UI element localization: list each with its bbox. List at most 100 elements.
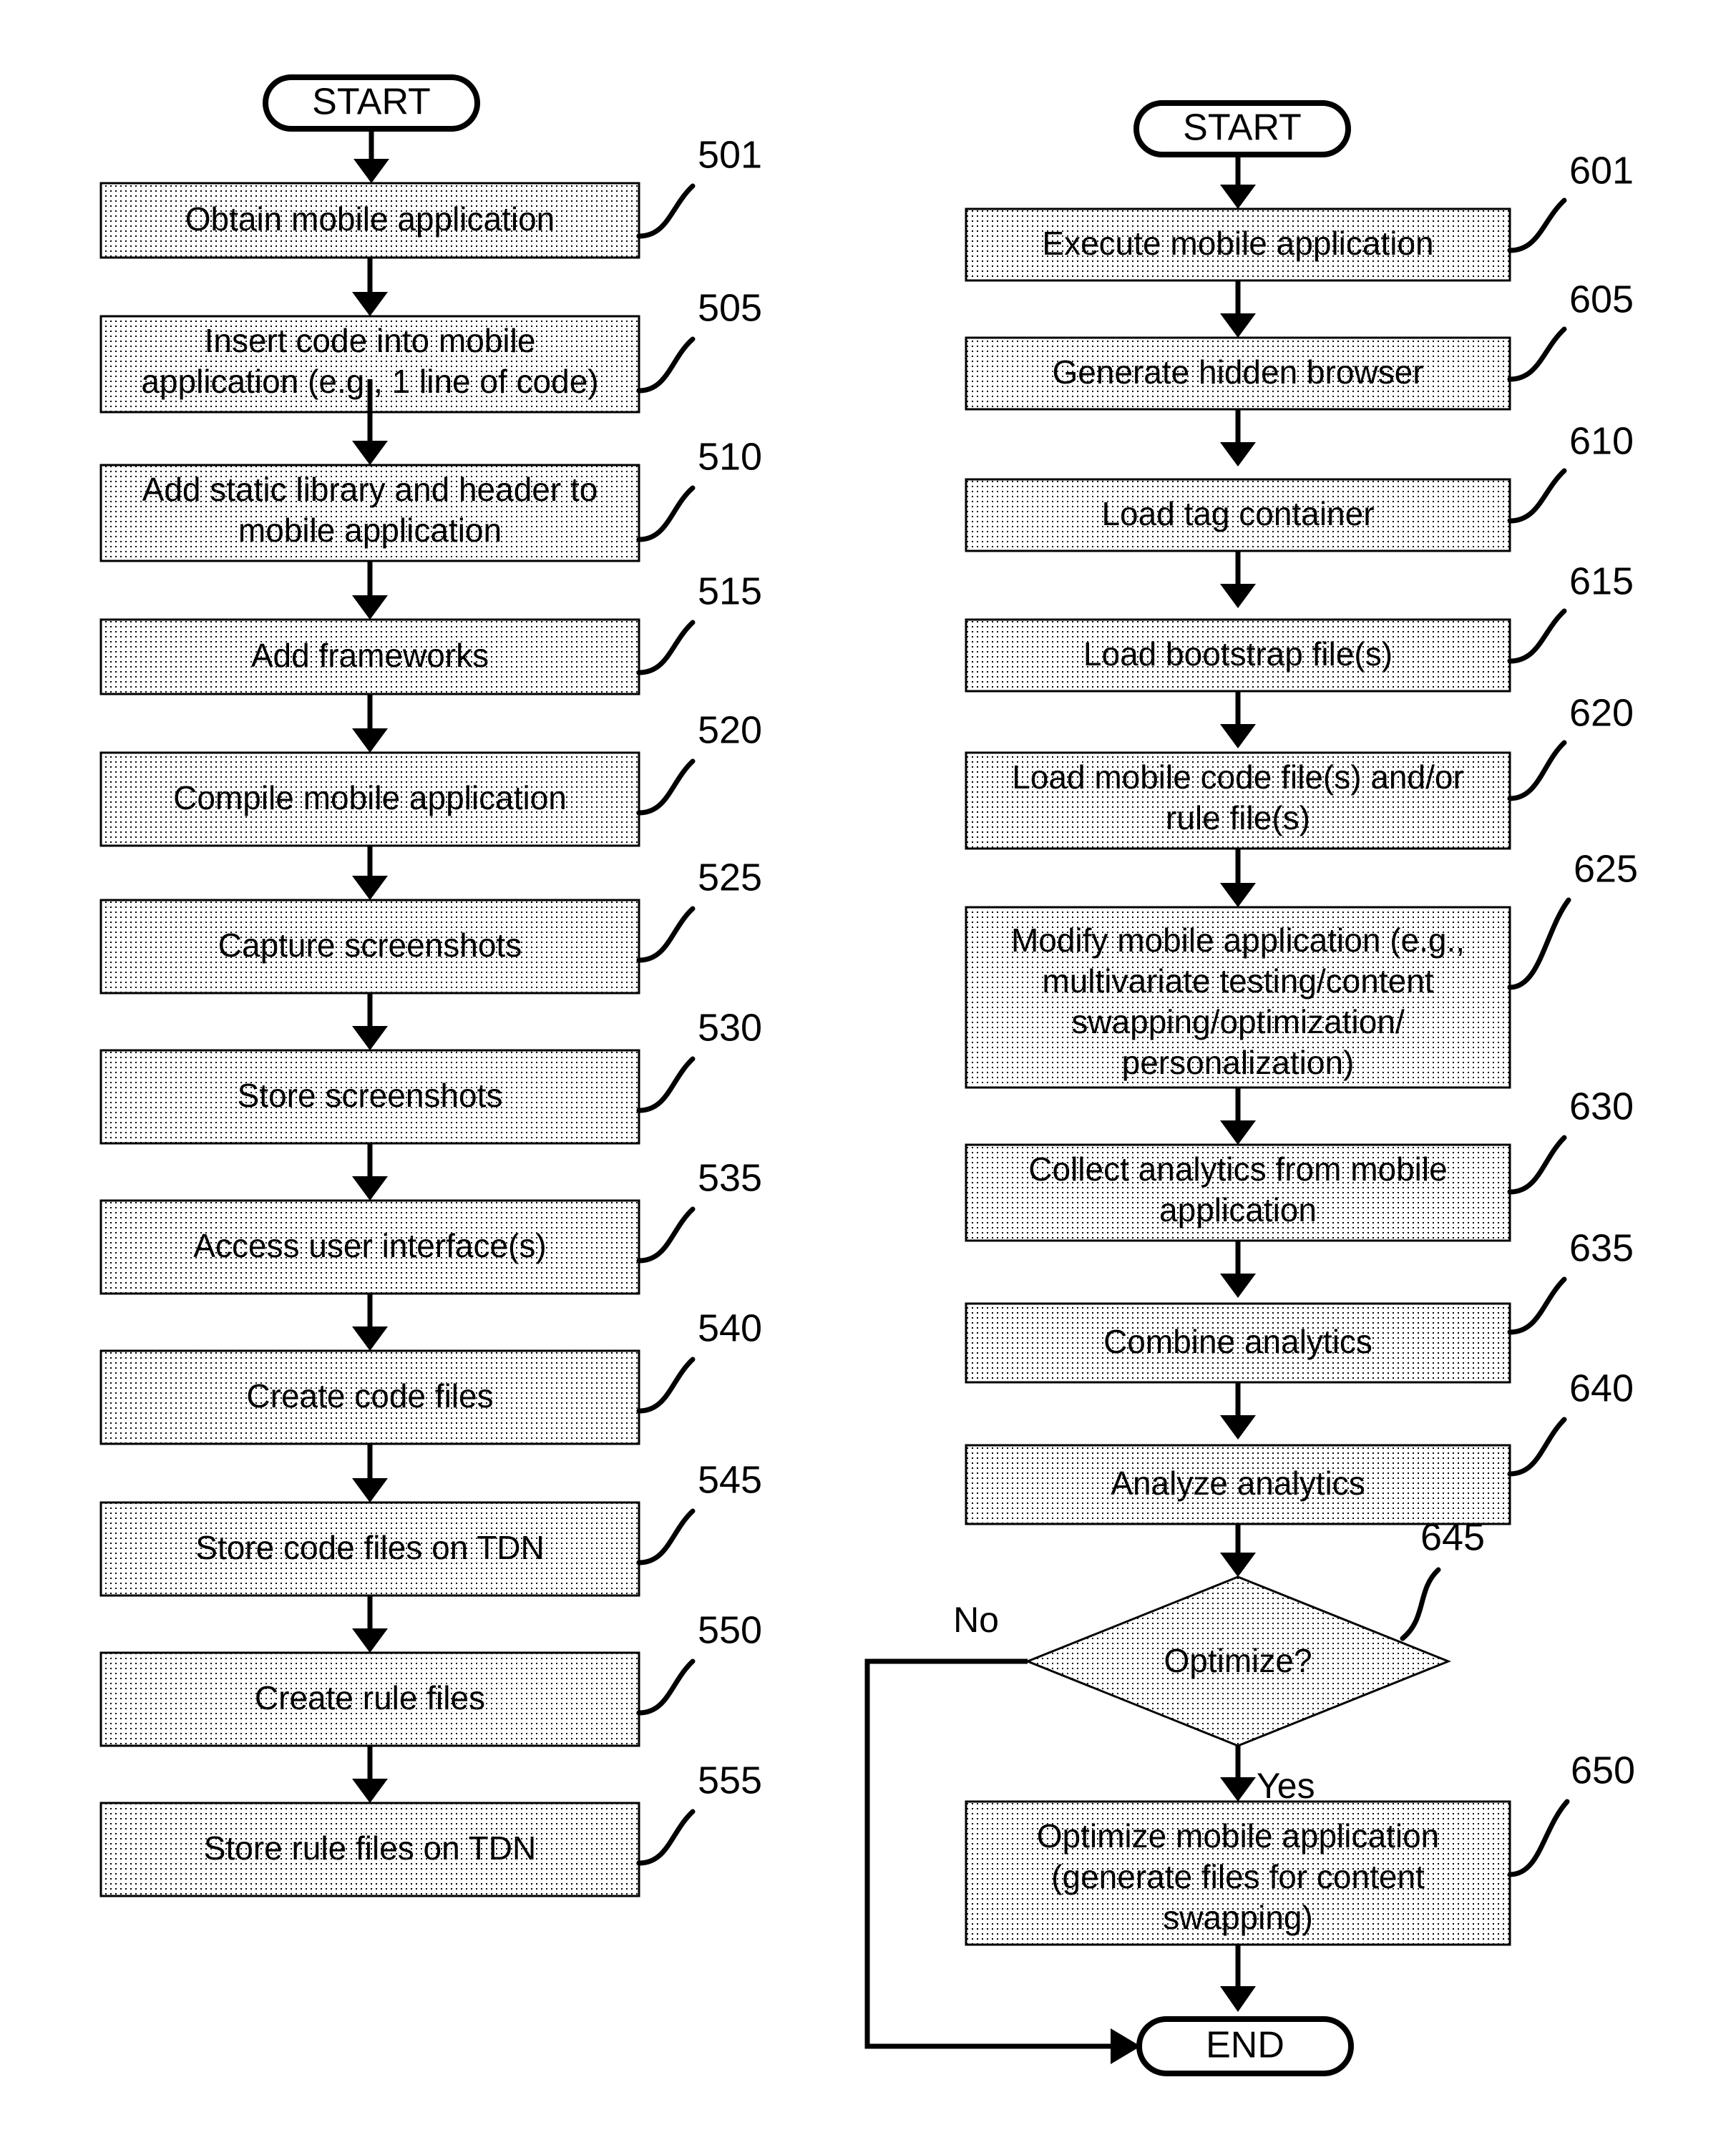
right-connector-650-end xyxy=(1220,1945,1256,2012)
left-step-555-line-1: Store rule files on TDN xyxy=(204,1829,536,1867)
right-ref-625: 625 xyxy=(1574,847,1638,890)
right-step-625: Modify mobile application (e.g., multiva… xyxy=(965,906,1511,1089)
right-step-601-line-1: Execute mobile application xyxy=(1042,225,1433,262)
left-step-540-line-1: Create code files xyxy=(246,1377,493,1414)
right-step-620-line-1: Load mobile code file(s) and/or xyxy=(1012,758,1464,796)
left-connector-525-530 xyxy=(352,993,388,1050)
right-branch-yes-path xyxy=(1220,1746,1256,1802)
left-ref-535: 535 xyxy=(698,1156,762,1199)
left-step-505-line-1: Insert code into mobile xyxy=(205,322,536,359)
left-step-510-line-1: Add static library and header to xyxy=(142,471,598,508)
left-connector-start xyxy=(353,129,389,183)
right-end-label: END xyxy=(1206,2025,1284,2066)
right-connector-635-640 xyxy=(1220,1382,1256,1440)
left-step-545-line-1: Store code files on TDN xyxy=(195,1529,545,1566)
right-step-620-line-2: rule file(s) xyxy=(1166,799,1310,836)
left-connector-520-525 xyxy=(352,846,388,900)
left-ref-520: 520 xyxy=(698,708,762,751)
right-leader-645 xyxy=(1400,1567,1441,1641)
left-step-525-line-1: Capture screenshots xyxy=(218,927,522,964)
right-leader-610 xyxy=(1507,468,1567,524)
left-ref-545: 545 xyxy=(698,1458,762,1501)
right-leader-635 xyxy=(1507,1276,1567,1335)
right-connector-610-615 xyxy=(1220,551,1256,608)
left-ref-505: 505 xyxy=(698,286,762,329)
right-step-650-line-3: swapping) xyxy=(1163,1899,1313,1936)
left-step-530-line-1: Store screenshots xyxy=(238,1077,503,1114)
left-step-555: Store rule files on TDN xyxy=(99,1802,640,1897)
right-connector-640-645 xyxy=(1220,1524,1256,1577)
left-step-550-line-1: Create rule files xyxy=(255,1679,485,1716)
right-connector-start xyxy=(1220,155,1256,209)
left-step-515-line-1: Add frameworks xyxy=(251,637,489,674)
right-ref-645: 645 xyxy=(1420,1515,1485,1558)
left-leader-510 xyxy=(636,485,696,542)
right-step-635-line-1: Combine analytics xyxy=(1103,1323,1372,1360)
left-leader-505 xyxy=(636,336,696,394)
right-connector-601-605 xyxy=(1220,280,1256,338)
right-step-601: Execute mobile application xyxy=(965,207,1511,282)
right-flow-group: START Execute mobile application 601 Gen… xyxy=(864,100,1638,2076)
right-ref-650: 650 xyxy=(1571,1749,1635,1792)
left-step-510-line-2: mobile application xyxy=(238,512,502,549)
right-step-615-line-1: Load bootstrap file(s) xyxy=(1083,635,1393,673)
right-leader-650 xyxy=(1507,1799,1570,1877)
right-end-terminal: END xyxy=(1136,2016,1354,2076)
left-step-550: Create rule files xyxy=(99,1651,640,1747)
right-leader-640 xyxy=(1507,1417,1567,1477)
left-connector-535-540 xyxy=(352,1294,388,1351)
right-ref-610: 610 xyxy=(1569,419,1634,462)
right-ref-601: 601 xyxy=(1569,149,1634,192)
left-start-terminal: START xyxy=(263,74,480,132)
left-step-501-line-1: Obtain mobile application xyxy=(185,200,555,238)
flowchart-canvas: START Obtain mobile application 501 Inse… xyxy=(99,74,1638,2076)
left-step-520-line-1: Compile mobile application xyxy=(173,779,567,816)
left-ref-550: 550 xyxy=(698,1608,762,1651)
right-ref-640: 640 xyxy=(1569,1367,1634,1409)
left-step-540: Create code files xyxy=(99,1349,640,1445)
left-leader-555 xyxy=(636,1809,696,1866)
right-branch-no-label: No xyxy=(953,1600,999,1640)
right-start-label: START xyxy=(1183,107,1302,149)
left-leader-525 xyxy=(636,906,696,963)
left-ref-501: 501 xyxy=(698,133,762,176)
right-connector-615-620 xyxy=(1220,691,1256,748)
right-leader-625 xyxy=(1507,897,1571,990)
right-connector-605-610 xyxy=(1220,409,1256,466)
left-step-525: Capture screenshots xyxy=(99,899,640,995)
right-step-635: Combine analytics xyxy=(965,1302,1511,1384)
right-connector-620-625 xyxy=(1220,849,1256,907)
left-ref-515: 515 xyxy=(698,570,762,612)
left-connector-545-550 xyxy=(352,1596,388,1653)
right-step-650: Optimize mobile application (generate fi… xyxy=(965,1800,1511,1946)
left-ref-555: 555 xyxy=(698,1759,762,1802)
right-step-615: Load bootstrap file(s) xyxy=(965,618,1511,693)
right-ref-635: 635 xyxy=(1569,1226,1634,1269)
right-step-625-line-1: Modify mobile application (e.g., xyxy=(1011,922,1465,959)
left-flow-group: START Obtain mobile application 501 Inse… xyxy=(99,74,762,1897)
left-leader-515 xyxy=(636,620,696,675)
left-step-535-line-1: Access user interface(s) xyxy=(193,1227,546,1264)
right-step-650-line-1: Optimize mobile application xyxy=(1037,1817,1440,1855)
right-decision-645: Optimize? xyxy=(1024,1575,1452,1747)
left-ref-510: 510 xyxy=(698,435,762,478)
right-step-650-line-2: (generate files for content xyxy=(1051,1858,1425,1895)
left-connector-515-520 xyxy=(352,694,388,753)
right-step-625-line-4: personalization) xyxy=(1122,1044,1355,1081)
right-step-630-line-2: application xyxy=(1159,1191,1317,1228)
left-step-545: Store code files on TDN xyxy=(99,1501,640,1597)
left-step-520: Compile mobile application xyxy=(99,751,640,847)
left-leader-501 xyxy=(636,183,696,239)
right-step-610: Load tag container xyxy=(965,478,1511,552)
right-step-605: Generate hidden browser xyxy=(965,336,1511,411)
right-step-625-line-2: multivariate testing/content xyxy=(1042,962,1433,1000)
right-connector-630-635 xyxy=(1220,1241,1256,1298)
left-step-515: Add frameworks xyxy=(99,618,640,695)
left-connector-540-545 xyxy=(352,1444,388,1502)
left-step-510: Add static library and header to mobile … xyxy=(99,464,640,562)
right-step-640-line-1: Analyze analytics xyxy=(1111,1465,1365,1502)
left-ref-540: 540 xyxy=(698,1306,762,1349)
right-ref-620: 620 xyxy=(1569,691,1634,734)
right-step-605-line-1: Generate hidden browser xyxy=(1052,353,1423,391)
left-ref-525: 525 xyxy=(698,856,762,899)
